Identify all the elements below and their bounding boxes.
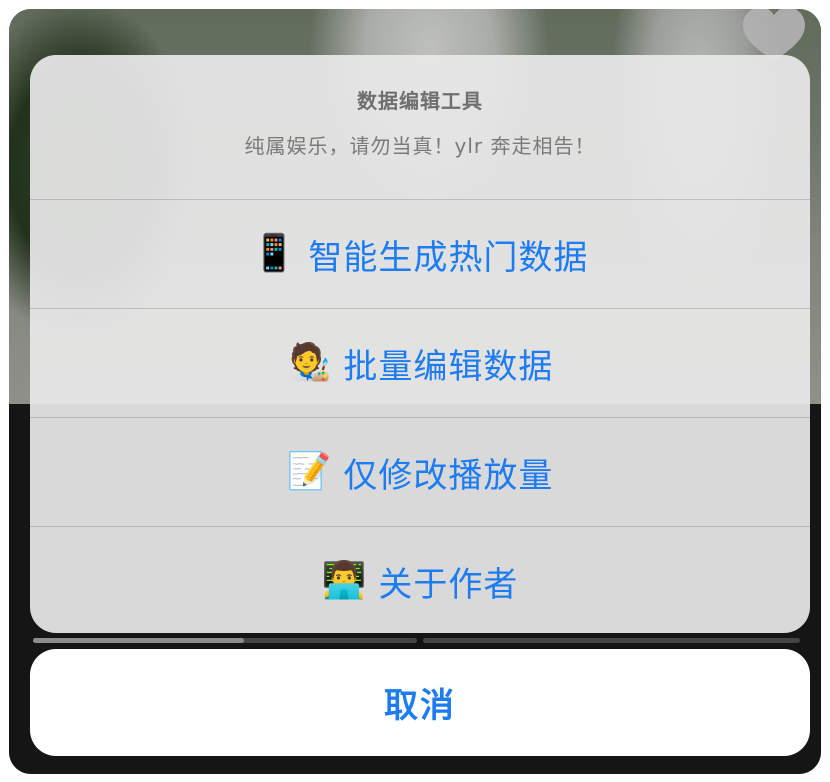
action-about-author[interactable]: 👨‍💻 关于作者: [30, 527, 810, 633]
video-progress-bar[interactable]: [33, 638, 417, 643]
action-label: 智能生成热门数据: [308, 237, 589, 278]
action-edit-play-count[interactable]: 📝 仅修改播放量: [30, 418, 810, 527]
memo-icon: 📝: [286, 451, 332, 492]
technologist-icon: 👨‍💻: [321, 560, 367, 601]
action-generate-hot-data[interactable]: 📱 智能生成热门数据: [30, 200, 810, 309]
action-sheet-header: 数据编辑工具 纯属娱乐，请勿当真！ylr 奔走相告！: [30, 55, 810, 200]
video-progress-fill: [33, 638, 245, 643]
artist-icon: 🧑‍🎨: [286, 342, 332, 383]
action-sheet: 数据编辑工具 纯属娱乐，请勿当真！ylr 奔走相告！ 📱 智能生成热门数据 🧑‍…: [30, 55, 810, 633]
cancel-label: 取消: [384, 686, 456, 726]
phone-screen: 数据编辑工具 纯属娱乐，请勿当真！ylr 奔走相告！ 📱 智能生成热门数据 🧑‍…: [9, 9, 821, 774]
action-batch-edit[interactable]: 🧑‍🎨 批量编辑数据: [30, 309, 810, 418]
action-sheet-title: 数据编辑工具: [357, 89, 483, 113]
action-label: 仅修改播放量: [343, 455, 554, 496]
action-label: 批量编辑数据: [343, 346, 554, 387]
cancel-button[interactable]: 取消: [30, 649, 810, 756]
mobile-phone-icon: 📱: [251, 233, 297, 274]
action-label: 关于作者: [378, 564, 519, 605]
video-progress-bar-secondary: [423, 638, 800, 643]
action-sheet-message: 纯属娱乐，请勿当真！ylr 奔走相告！: [244, 134, 596, 158]
